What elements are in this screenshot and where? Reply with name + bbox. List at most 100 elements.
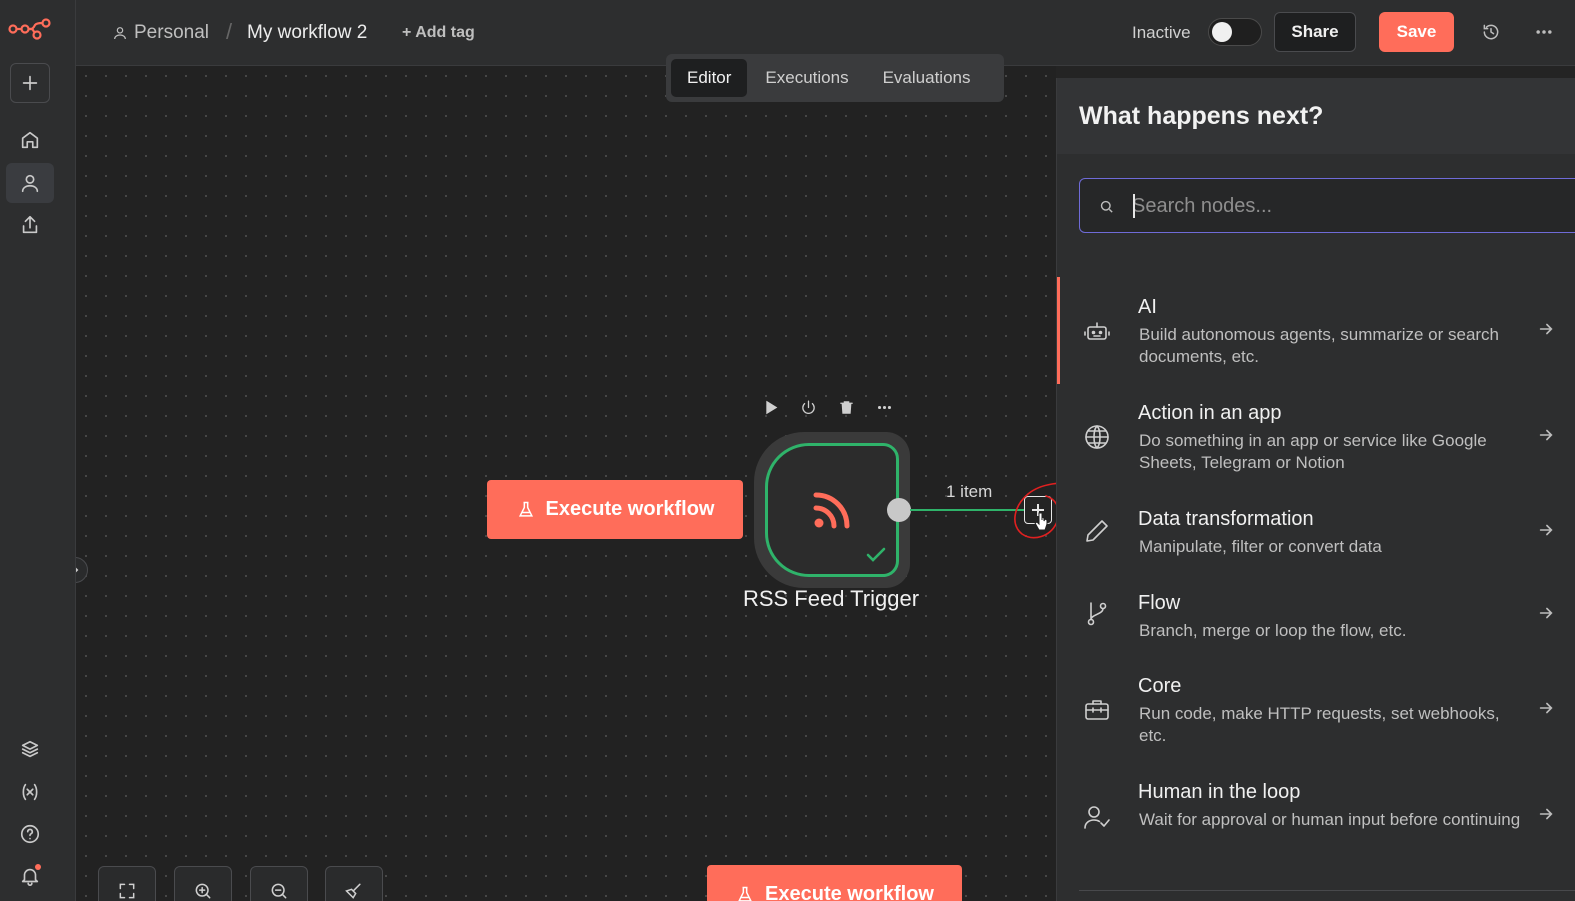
workflow-title[interactable]: My workflow 2 [247, 22, 367, 44]
user-icon [114, 27, 126, 40]
save-button[interactable]: Save [1379, 12, 1454, 52]
zoom-out-button[interactable] [250, 866, 308, 901]
arrow-right-icon [1537, 521, 1557, 541]
arrow-right-icon [1537, 426, 1557, 446]
category-description: Manipulate, filter or convert data [1139, 537, 1382, 556]
search-input[interactable] [1132, 191, 1572, 221]
node-search-field[interactable] [1079, 178, 1575, 233]
category-title: Human in the loop [1138, 781, 1301, 803]
output-handle[interactable] [887, 498, 911, 522]
rss-feed-trigger-node[interactable] [765, 443, 899, 577]
share-export-button[interactable] [10, 205, 50, 245]
zoom-in-button[interactable] [174, 866, 232, 901]
node-label: RSS Feed Trigger [742, 586, 920, 611]
node-creator-panel: What happens next? AI Build autonomous a… [1056, 78, 1575, 901]
arrow-right-icon [1537, 699, 1557, 719]
breadcrumb-separator: / [226, 19, 233, 44]
history-icon [1483, 24, 1499, 40]
home-button[interactable] [10, 120, 50, 160]
execute-workflow-label: Execute workflow [545, 498, 715, 520]
user-check-icon [1083, 803, 1111, 831]
category-title: Flow [1138, 592, 1181, 614]
left-sidebar [0, 0, 76, 901]
notifications-button[interactable] [10, 856, 50, 896]
power-icon [801, 399, 815, 414]
user-icon [21, 174, 39, 193]
home-icon [21, 131, 39, 149]
active-status-label: Inactive [1132, 23, 1191, 42]
pencil-icon [1083, 517, 1111, 545]
active-category-marker [1057, 277, 1060, 384]
variables-button[interactable] [10, 772, 50, 812]
node-more-button[interactable] [874, 396, 894, 418]
run-node-button[interactable] [760, 396, 780, 418]
play-icon [765, 400, 777, 414]
panel-header: What happens next? [1057, 78, 1575, 154]
history-button[interactable] [1479, 20, 1503, 44]
add-tag-button[interactable]: + Add tag [402, 24, 475, 42]
branch-icon [1083, 600, 1111, 628]
help-button[interactable] [10, 814, 50, 854]
node-toolbar [760, 396, 894, 418]
category-title: Action in an app [1138, 402, 1282, 424]
arrow-right-icon [1537, 320, 1557, 340]
plus-icon [22, 75, 38, 91]
variable-icon [22, 783, 38, 801]
help-icon [20, 824, 40, 844]
rss-icon [813, 492, 850, 529]
deactivate-node-button[interactable] [798, 396, 818, 418]
view-tabs: Editor Executions Evaluations [666, 54, 1004, 102]
more-options-button[interactable] [1532, 20, 1556, 44]
n8n-logo-icon[interactable] [8, 14, 52, 44]
connection-line [910, 509, 1024, 511]
create-button[interactable] [10, 63, 50, 103]
category-description: Wait for approval or human input before … [1139, 810, 1521, 829]
execute-workflow-button[interactable]: Execute workflow [487, 480, 743, 539]
divider [1079, 890, 1575, 891]
category-description: Do something in an app or service like G… [1139, 431, 1487, 472]
broom-icon [345, 883, 361, 899]
category-description: Run code, make HTTP requests, set webhoo… [1139, 704, 1500, 745]
toggle-knob [1212, 22, 1232, 42]
zoom-in-icon [195, 883, 211, 899]
connection-item-count: 1 item [946, 482, 993, 501]
category-description: Branch, merge or loop the flow, etc. [1139, 621, 1407, 640]
breadcrumb-project[interactable]: Personal [112, 22, 209, 44]
flask-icon [738, 886, 753, 901]
project-name: Personal [134, 22, 209, 43]
tab-executions[interactable]: Executions [749, 59, 864, 97]
notification-dot [35, 864, 41, 870]
upload-icon [22, 215, 38, 234]
mouse-cursor-icon [1034, 512, 1048, 531]
category-title: Data transformation [1138, 508, 1314, 530]
templates-button[interactable] [10, 730, 50, 770]
active-toggle[interactable] [1208, 18, 1262, 46]
toolbox-icon [1083, 696, 1111, 724]
package-icon [21, 740, 39, 758]
fit-view-button[interactable] [98, 866, 156, 901]
tab-evaluations[interactable]: Evaluations [867, 59, 987, 97]
arrow-right-icon [1537, 805, 1557, 825]
panel-title: What happens next? [1079, 102, 1324, 130]
execute-workflow-label: Execute workflow [765, 883, 934, 901]
more-horizontal-icon [1536, 30, 1552, 34]
category-title: Core [1138, 675, 1182, 697]
tab-editor[interactable]: Editor [671, 59, 748, 97]
flask-icon [518, 501, 533, 517]
delete-node-button[interactable] [836, 396, 856, 418]
fit-view-icon [119, 883, 135, 899]
success-check-icon [866, 547, 886, 562]
execute-workflow-button-bottom[interactable]: Execute workflow [707, 865, 962, 901]
text-caret [1133, 194, 1135, 218]
category-description: Build autonomous agents, summarize or se… [1139, 325, 1500, 366]
personal-button[interactable] [6, 163, 54, 203]
search-icon [1100, 200, 1113, 213]
arrow-right-icon [1537, 604, 1557, 624]
tidy-up-button[interactable] [325, 866, 383, 901]
globe-icon [1083, 423, 1111, 451]
share-button[interactable]: Share [1274, 12, 1356, 52]
category-title: AI [1138, 296, 1157, 318]
zoom-out-icon [271, 883, 287, 899]
more-horizontal-icon [877, 405, 891, 409]
expand-sidebar-button[interactable] [76, 557, 88, 583]
